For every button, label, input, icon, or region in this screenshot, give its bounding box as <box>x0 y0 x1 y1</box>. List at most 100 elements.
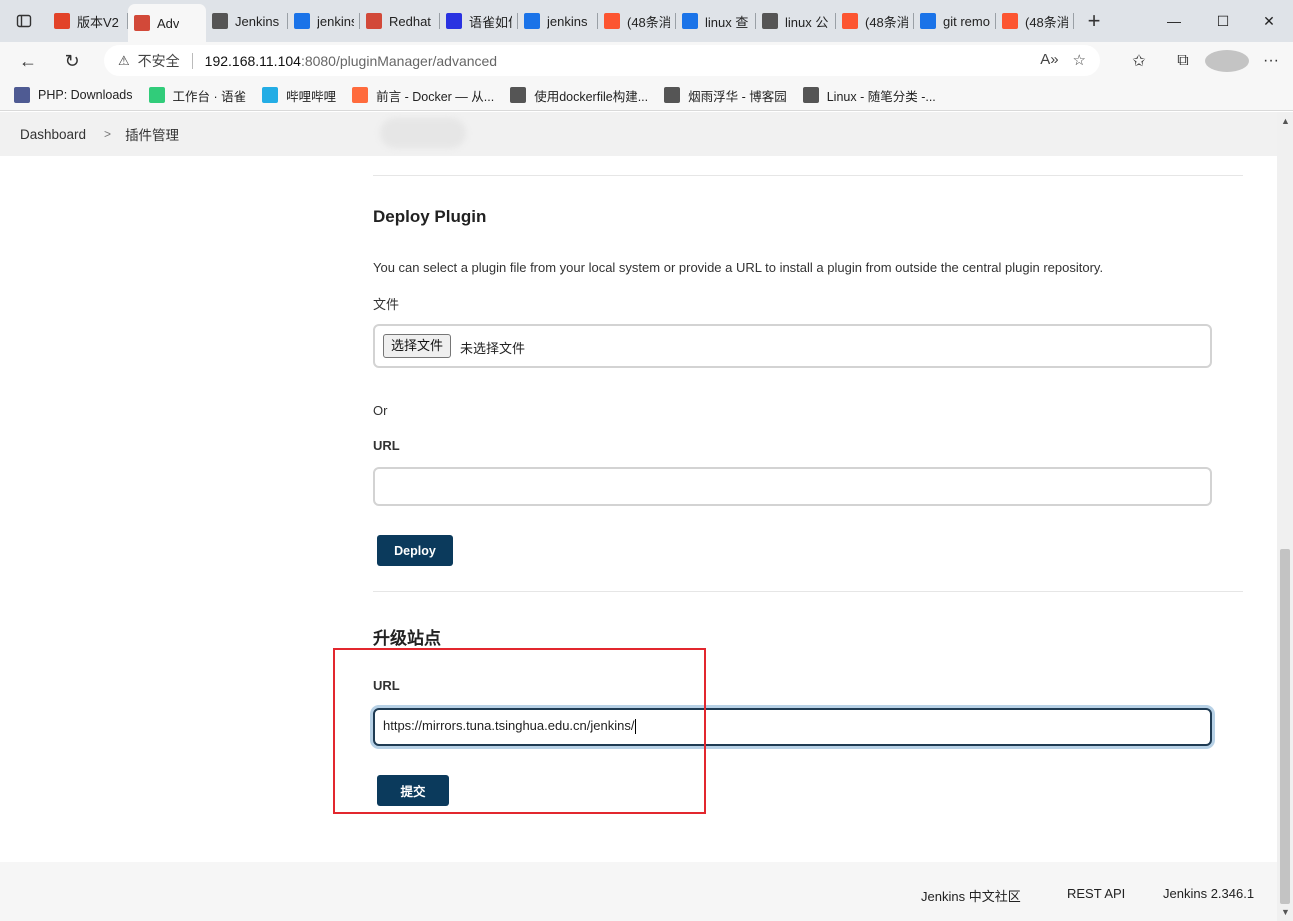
baidu-icon <box>446 13 462 29</box>
browser-toolbar: ← ↻ ⚠ 不安全 192.168.11.104:8080/pluginMana… <box>0 42 1293 80</box>
page-footer: Jenkins 中文社区 REST API Jenkins 2.346.1 <box>0 862 1277 921</box>
bookmark-label: PHP: Downloads <box>38 88 133 102</box>
blurred-tab <box>380 118 466 148</box>
deploy-plugin-title: Deploy Plugin <box>373 207 487 226</box>
add-favorite-icon[interactable]: ☆ <box>1073 51 1086 69</box>
bilibili-icon <box>262 87 279 103</box>
browser-tab[interactable]: jenkins <box>288 4 360 38</box>
bookmark-item[interactable]: PHP: Downloads <box>14 87 133 103</box>
update-site-title: 升级站点 <box>373 629 441 648</box>
browser-tab[interactable]: 语雀如何 <box>440 4 518 38</box>
breadcrumb-dashboard[interactable]: Dashboard <box>20 127 86 142</box>
refresh-button[interactable]: ↻ <box>52 45 92 77</box>
section-divider <box>373 591 1243 592</box>
footer-rest-api-link[interactable]: REST API <box>1067 886 1125 901</box>
cnblogs-icon <box>762 13 778 29</box>
browser-tab[interactable]: git remo <box>914 4 996 38</box>
bookmark-label: 烟雨浮华 - 博客园 <box>688 89 787 104</box>
csdn-icon <box>604 13 620 29</box>
maximize-button[interactable]: ☐ <box>1199 0 1247 42</box>
browser-tab[interactable]: (48条消 <box>598 4 676 38</box>
footer-version-link[interactable]: Jenkins 2.346.1 <box>1163 886 1254 901</box>
maximize-icon: ☐ <box>1216 12 1230 29</box>
bookmarks-bar: PHP: Downloads 工作台 · 语雀 哔哩哔哩 前言 - Docker — … <box>0 80 1293 111</box>
avatar <box>1205 50 1249 72</box>
address-bar[interactable]: ⚠ 不安全 192.168.11.104:8080/pluginManager/… <box>104 45 1100 76</box>
jenkins-icon <box>366 13 382 29</box>
browser-tab-label: jenkins <box>547 13 588 29</box>
footer-community-link[interactable]: Jenkins 中文社区 <box>921 886 1021 905</box>
browser-tab-label: 语雀如何 <box>469 14 512 30</box>
browser-tab-label: (48条消 <box>865 14 908 30</box>
search-icon <box>682 13 698 29</box>
deploy-button[interactable]: Deploy <box>377 535 453 566</box>
close-icon: ✕ <box>1263 12 1275 29</box>
breadcrumb: Dashboard > 插件管理 <box>0 112 1277 156</box>
url-path: :8080/pluginManager/advanced <box>300 52 498 69</box>
cnblogs-icon <box>212 13 228 29</box>
security-status: 不安全 <box>137 52 180 69</box>
or-text: Or <box>373 403 388 418</box>
browser-tab[interactable]: jenkins <box>518 4 598 38</box>
bookmark-item[interactable]: 工作台 · 语雀 <box>148 86 247 105</box>
no-file-selected-text: 未选择文件 <box>460 341 526 356</box>
bookmark-item[interactable]: 使用dockerfile构建... <box>510 86 648 105</box>
chevron-right-icon: > <box>104 127 112 141</box>
jenkins-page: Dashboard > 插件管理 Deploy Plugin You can s… <box>0 112 1277 921</box>
bookmark-item[interactable]: Linux - 随笔分类 -... <box>802 86 936 105</box>
cnblogs-icon <box>664 87 681 103</box>
minimize-button[interactable]: — <box>1150 0 1198 42</box>
tab-actions-button[interactable] <box>0 0 48 42</box>
browser-tab-label: Redhat <box>389 13 431 29</box>
browser-tab-label: jenkins <box>317 13 354 29</box>
plus-icon: + <box>1087 8 1101 33</box>
search-icon <box>524 13 540 29</box>
bookmark-label: 工作台 · 语雀 <box>172 89 247 104</box>
browser-tab-strip: 版本V2 Adv Jenkins jenkins Redhat 语雀如何 jenkins (4… <box>0 0 1293 42</box>
back-button[interactable]: ← <box>8 45 48 77</box>
browser-tab-label: (48条消 <box>1025 14 1068 30</box>
bookmark-item[interactable]: 前言 - Docker — 从... <box>352 86 494 105</box>
page-scrollbar[interactable]: ▲ ▼ <box>1277 112 1293 921</box>
browser-tab[interactable]: Jenkins <box>206 4 288 38</box>
scroll-down-icon[interactable]: ▼ <box>1281 907 1290 917</box>
scroll-up-icon[interactable]: ▲ <box>1281 116 1290 126</box>
favorites-icon[interactable]: ✩ <box>1117 51 1161 71</box>
plugin-file-input[interactable]: 选择文件 未选择文件 <box>373 324 1212 368</box>
browser-tab[interactable]: 版本V2 <box>48 4 128 38</box>
bookmark-label: 使用dockerfile构建... <box>534 89 649 104</box>
browser-tab-label: Adv <box>157 15 180 31</box>
browser-tab-label: git remo <box>943 13 990 29</box>
browser-tab[interactable]: Adv <box>128 4 206 42</box>
bookmark-label: 哔哩哔哩 <box>286 89 337 104</box>
breadcrumb-plugin-manager[interactable]: 插件管理 <box>125 124 179 144</box>
choose-file-button[interactable]: 选择文件 <box>383 334 452 358</box>
tab-actions-icon <box>16 14 32 28</box>
cnblogs-icon <box>802 87 819 103</box>
address-divider <box>191 52 193 69</box>
php-icon <box>14 87 30 103</box>
browser-tab[interactable]: linux 公 <box>756 4 836 38</box>
back-arrow-icon: ← <box>19 50 37 71</box>
browser-tab[interactable]: (48条消 <box>836 4 914 38</box>
deploy-url-input[interactable] <box>373 467 1212 506</box>
more-menu-icon[interactable]: ··· <box>1249 52 1293 70</box>
collections-icon[interactable]: ⧉ <box>1161 52 1205 70</box>
browser-tab[interactable]: linux 查 <box>676 4 756 38</box>
profile-button[interactable] <box>1205 50 1249 72</box>
read-aloud-icon[interactable]: A» <box>1040 51 1058 69</box>
bookmark-item[interactable]: 哔哩哔哩 <box>262 86 336 105</box>
bookmark-item[interactable]: 烟雨浮华 - 博客园 <box>664 86 787 105</box>
browser-tab[interactable]: Redhat <box>360 4 440 38</box>
browser-tab-label: linux 公 <box>785 14 829 30</box>
search-icon <box>294 13 310 29</box>
bookmark-label: Linux - 随笔分类 -... <box>826 89 936 104</box>
new-tab-button[interactable]: + <box>1074 4 1114 38</box>
url-host: 192.168.11.104 <box>204 52 301 69</box>
browser-tab-label: linux 查 <box>705 14 749 30</box>
gitlab-icon <box>54 13 70 29</box>
browser-tab[interactable]: (48条消 <box>996 4 1074 38</box>
close-window-button[interactable]: ✕ <box>1245 0 1293 42</box>
annotation-highlight-box <box>333 648 706 814</box>
scrollbar-thumb[interactable] <box>1280 549 1290 904</box>
